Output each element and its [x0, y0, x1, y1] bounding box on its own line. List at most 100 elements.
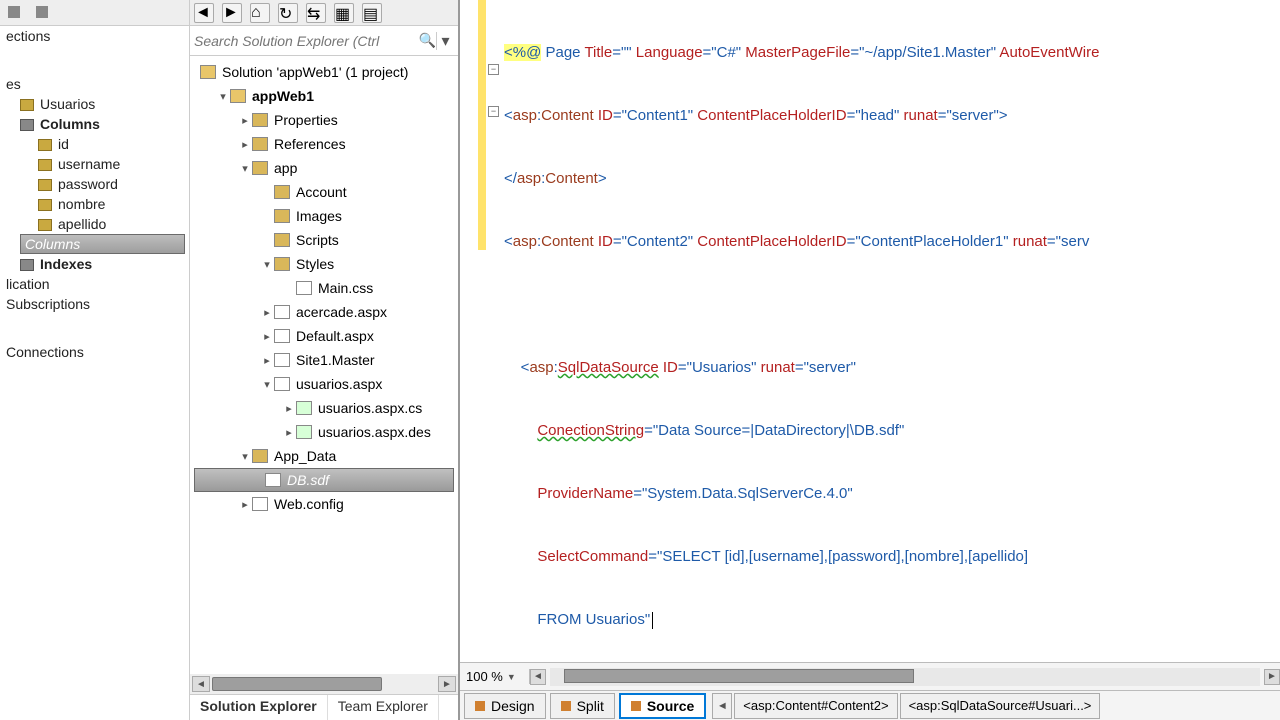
scroll-right-icon[interactable]: ► [438, 676, 456, 692]
file-db-sdf-selected[interactable]: DB.sdf [194, 468, 454, 492]
tree-node-account[interactable]: ▸Account [190, 180, 458, 204]
scroll-thumb[interactable] [564, 669, 914, 683]
tree-node-usuarios-aspx[interactable]: ▾usuarios.aspx [190, 372, 458, 396]
explorer-tabs: Solution Explorer Team Explorer [190, 694, 458, 720]
file-webconfig[interactable]: ▸Web.config [190, 492, 458, 516]
tree-node-app-data[interactable]: ▾App_Data [190, 444, 458, 468]
nav-back-button[interactable]: ◄ [194, 3, 214, 23]
db-columns-folder[interactable]: Columns [0, 114, 189, 134]
folder-icon [274, 209, 290, 223]
expand-icon[interactable]: ▾ [216, 90, 230, 103]
search-input[interactable] [194, 30, 419, 52]
db-col-nombre[interactable]: nombre [0, 194, 189, 214]
db-col-apellido[interactable]: apellido [0, 214, 189, 234]
folder-icon [252, 137, 268, 151]
expand-icon[interactable]: ▾ [260, 258, 274, 271]
db-tables[interactable]: es [0, 74, 189, 94]
tree-node-styles[interactable]: ▾Styles [190, 252, 458, 276]
folder-icon [274, 185, 290, 199]
editor-hscroll[interactable] [550, 668, 1260, 686]
cs-icon [296, 401, 312, 415]
editor-bottom-bar: 100 %▼ ◄ ► [460, 662, 1280, 690]
file-icon [252, 497, 268, 511]
db-col-username[interactable]: username [0, 154, 189, 174]
show-all-button[interactable]: ▦ [334, 3, 354, 23]
tab-design[interactable]: Design [464, 693, 546, 719]
refresh-button[interactable]: ↻ [278, 3, 298, 23]
db-subscriptions[interactable]: Subscriptions [0, 294, 189, 314]
fold-toggle[interactable]: − [488, 106, 499, 117]
expand-icon[interactable]: ▸ [238, 114, 252, 127]
solution-root[interactable]: Solution 'appWeb1' (1 project) [190, 60, 458, 84]
tree-node-scripts[interactable]: ▸Scripts [190, 228, 458, 252]
tab-solution-explorer[interactable]: Solution Explorer [190, 695, 328, 720]
expand-icon[interactable]: ▸ [260, 306, 274, 319]
solution-toolbar: ◄ ► ⌂ ↻ ⇆ ▦ ▤ [190, 0, 458, 26]
file-icon [274, 377, 290, 391]
nav-fwd-button[interactable]: ► [222, 3, 242, 23]
properties-button[interactable]: ▤ [362, 3, 382, 23]
tree-node-app[interactable]: ▾app [190, 156, 458, 180]
column-icon [38, 219, 52, 231]
tab-source[interactable]: Source [619, 693, 706, 719]
expand-icon[interactable]: ▸ [282, 402, 296, 415]
db-col-password[interactable]: password [0, 174, 189, 194]
tree-node-main-css[interactable]: ▸Main.css [190, 276, 458, 300]
tab-team-explorer[interactable]: Team Explorer [328, 695, 439, 720]
fold-toggle[interactable]: − [488, 64, 499, 75]
tree-node-acercade-aspx[interactable]: ▸acercade.aspx [190, 300, 458, 324]
search-icon[interactable]: 🔍 [419, 32, 436, 49]
expand-icon[interactable]: ▸ [238, 138, 252, 151]
column-icon [38, 159, 52, 171]
breadcrumb-sqldatasource[interactable]: <asp:SqlDataSource#Usuari...> [900, 693, 1101, 719]
tree-node-properties[interactable]: ▸Properties [190, 108, 458, 132]
db-connections[interactable]: Connections [0, 342, 189, 362]
expand-icon[interactable]: ▸ [260, 354, 274, 367]
db-table-usuarios[interactable]: Usuarios [0, 94, 189, 114]
project-node[interactable]: ▾appWeb1 [190, 84, 458, 108]
column-icon [38, 139, 52, 151]
tree-node-references[interactable]: ▸References [190, 132, 458, 156]
folder-icon [274, 233, 290, 247]
expand-icon[interactable]: ▾ [238, 162, 252, 175]
tree-node-images[interactable]: ▸Images [190, 204, 458, 228]
project-icon [230, 89, 246, 103]
code-area[interactable]: − − <%@ Page Title="" Language="C#" Mast… [460, 0, 1280, 662]
solution-hscroll[interactable]: ◄ ► [190, 674, 458, 694]
expand-icon[interactable]: ▾ [260, 378, 274, 391]
search-dropdown[interactable]: ▾ [436, 32, 454, 50]
change-gutter [478, 0, 486, 250]
table-icon [20, 99, 34, 111]
tab-split[interactable]: Split [550, 693, 615, 719]
file-icon [274, 353, 290, 367]
scroll-thumb[interactable] [212, 677, 382, 691]
db-toolbar-icon-2[interactable] [34, 4, 52, 22]
cs-icon [296, 425, 312, 439]
expand-icon[interactable]: ▾ [238, 450, 252, 463]
folder-icon [252, 449, 268, 463]
breadcrumb-prev[interactable]: ◄ [712, 693, 732, 719]
expand-icon[interactable]: ▸ [260, 330, 274, 343]
expand-icon[interactable]: ▸ [238, 498, 252, 511]
db-sections[interactable]: ections [0, 26, 189, 46]
tree-node-site1-master[interactable]: ▸Site1.Master [190, 348, 458, 372]
zoom-selector[interactable]: 100 %▼ [460, 669, 530, 684]
tree-node-usuarios-aspx-cs[interactable]: ▸usuarios.aspx.cs [190, 396, 458, 420]
scroll-left-icon[interactable]: ◄ [192, 676, 210, 692]
db-col-id[interactable]: id [0, 134, 189, 154]
db-toolbar-icon-1[interactable] [6, 4, 24, 22]
breadcrumb-content2[interactable]: <asp:Content#Content2> [734, 693, 897, 719]
tree-node-default-aspx[interactable]: ▸Default.aspx [190, 324, 458, 348]
db-selected-item[interactable]: Columns [20, 234, 185, 254]
solution-tree: Solution 'appWeb1' (1 project) ▾appWeb1 … [190, 56, 458, 674]
db-indexes[interactable]: Indexes [0, 254, 189, 274]
tree-node-usuarios-aspx-des[interactable]: ▸usuarios.aspx.des [190, 420, 458, 444]
db-replication[interactable]: lication [0, 274, 189, 294]
column-icon [38, 199, 52, 211]
expand-icon[interactable]: ▸ [282, 426, 296, 439]
scroll-left-icon[interactable]: ◄ [530, 669, 546, 685]
sync-button[interactable]: ⇆ [306, 3, 326, 23]
file-icon [274, 305, 290, 319]
scroll-right-icon[interactable]: ► [1264, 669, 1280, 685]
home-button[interactable]: ⌂ [250, 3, 270, 23]
